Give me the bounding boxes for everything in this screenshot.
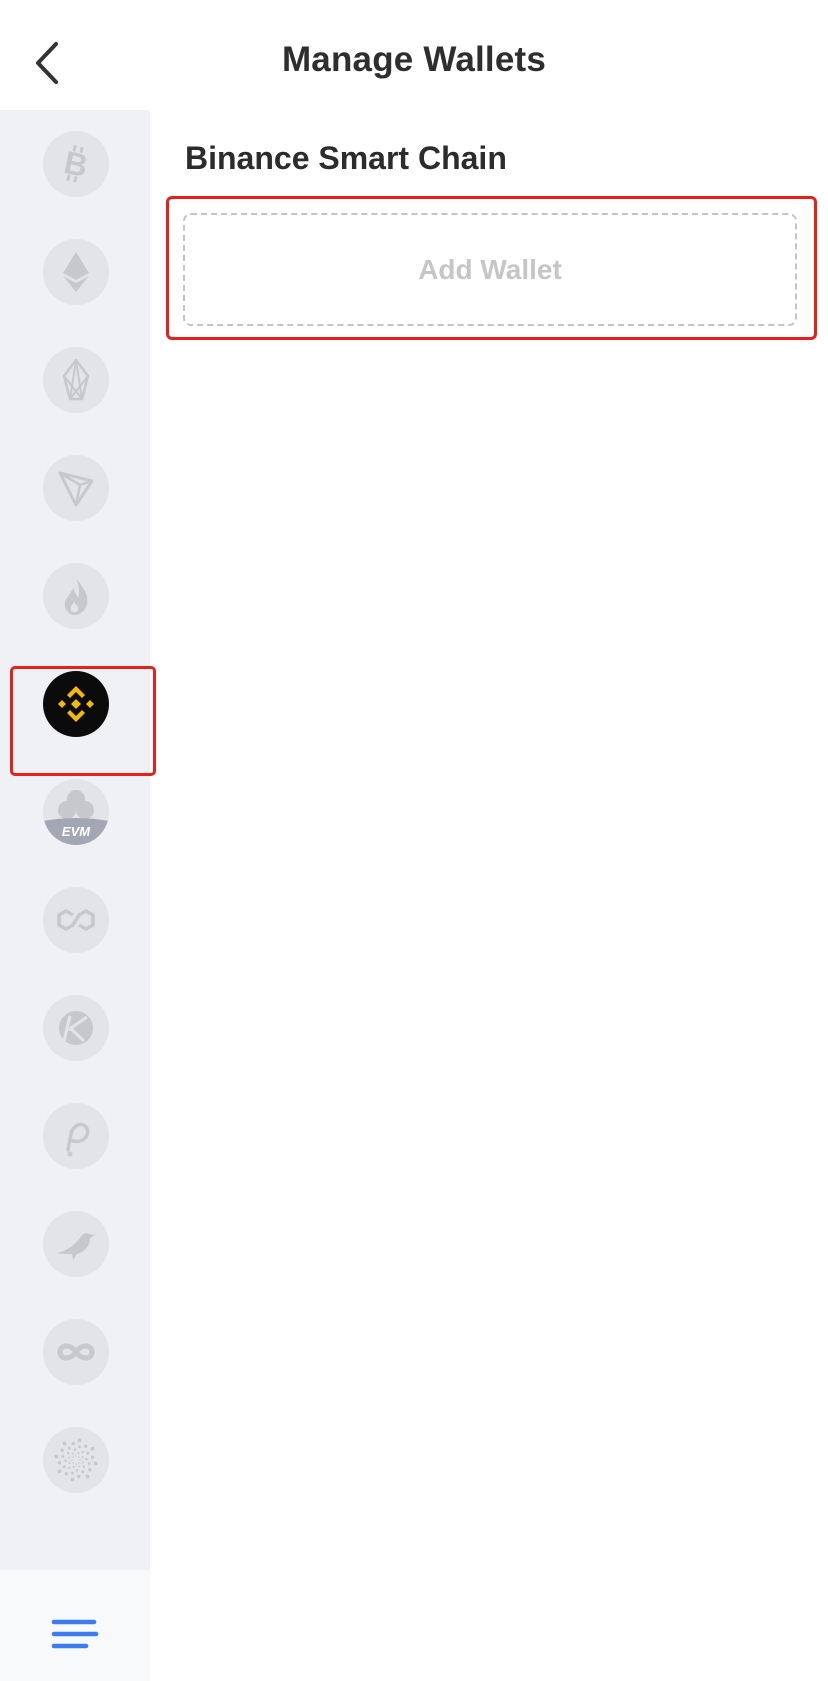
add-wallet-button[interactable]: Add Wallet <box>183 213 797 326</box>
evm-clover-icon: EVM <box>43 779 109 845</box>
tron-icon <box>43 455 109 521</box>
bird-icon <box>43 1211 109 1277</box>
sidebar-item-infinity[interactable] <box>12 1298 140 1406</box>
sidebar-item-bird[interactable] <box>12 1190 140 1298</box>
page-title: Manage Wallets <box>281 40 547 79</box>
section-title: Binance Smart Chain <box>185 140 507 176</box>
header-bar: Manage Wallets <box>0 0 828 110</box>
sidebar-item-iota[interactable] <box>12 1406 140 1514</box>
sidebar-item-eos[interactable] <box>12 326 140 434</box>
eos-icon <box>43 347 109 413</box>
infinity-loop-icon <box>43 1319 109 1385</box>
chain-sidebar: B EVM <box>0 110 150 1570</box>
iota-spiral-icon <box>43 1427 109 1493</box>
binance-icon <box>43 671 109 737</box>
sidebar-item-binance[interactable] <box>12 650 140 758</box>
sidebar-item-ethereum[interactable] <box>12 218 140 326</box>
heco-flame-icon <box>43 563 109 629</box>
sidebar-item-bitcoin[interactable]: B <box>12 110 140 218</box>
bitcoin-icon: B <box>43 131 109 197</box>
sidebar-footer <box>0 1570 150 1681</box>
kusama-k-icon <box>43 995 109 1061</box>
sidebar-item-polygon[interactable] <box>12 866 140 974</box>
sidebar-item-evm[interactable]: EVM <box>12 758 140 866</box>
sidebar-item-kusama[interactable] <box>12 974 140 1082</box>
sidebar-item-polkadot[interactable] <box>12 1082 140 1190</box>
polygon-icon <box>43 887 109 953</box>
ethereum-icon <box>43 239 109 305</box>
menu-button[interactable] <box>50 1614 100 1654</box>
sidebar-item-tron[interactable] <box>12 434 140 542</box>
evm-label: EVM <box>62 824 91 839</box>
polkadot-icon <box>43 1103 109 1169</box>
menu-lines-icon <box>51 1619 99 1649</box>
sidebar-item-heco[interactable] <box>12 542 140 650</box>
